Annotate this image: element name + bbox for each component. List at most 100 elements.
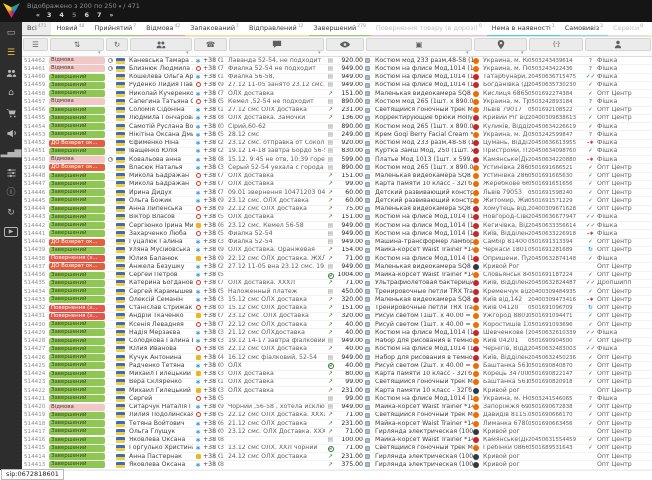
phone-number[interactable]: +38 0 [203, 379, 220, 387]
phone-number[interactable]: +38 0 [203, 189, 220, 197]
product-image-icon[interactable] [365, 297, 370, 302]
messenger-icon[interactable]: ∗ [193, 197, 203, 205]
phone-number[interactable]: +38 0 [203, 214, 220, 222]
messenger-icon[interactable]: ∗ [193, 288, 203, 296]
order-row[interactable]: 514423 Завершений Вера Скляренко ∗ +38 0… [22, 379, 652, 387]
tab-Новий[interactable]: Новий48 [51, 22, 89, 37]
order-row[interactable]: 514415 Завершений Горгулько Христина.. ∗… [22, 445, 652, 453]
order-row[interactable]: 514458 Завершений Николай Кучеренко ∗ +3… [22, 90, 652, 98]
order-row[interactable]: 514439 Завершений Уляна Мусійовська ∗ +3… [22, 247, 652, 255]
messenger-icon[interactable]: ∗ [193, 123, 203, 131]
phone-number[interactable]: +38 0 [203, 412, 220, 420]
phone-number[interactable]: +38 0 [203, 288, 220, 296]
messenger-icon[interactable]: ∗ [193, 362, 203, 370]
phone-number[interactable]: +38 0 [203, 173, 220, 181]
tab-Запакований[interactable]: Запакований1 [185, 22, 244, 37]
tracking-number[interactable]: 0501691093696 [528, 321, 584, 329]
tracking-number[interactable]: 20450636715475 [528, 74, 584, 82]
tracking-number[interactable]: 20450633226918 [528, 230, 584, 238]
product-image-icon[interactable] [365, 363, 370, 368]
messenger-icon[interactable] [193, 453, 203, 461]
messenger-icon[interactable] [193, 255, 203, 263]
order-row[interactable]: 514424 Завершений Михаил Гилецький +38 0… [22, 371, 652, 379]
messenger-icon[interactable] [193, 371, 203, 379]
tab-Сервіси[interactable]: Сервіси0 [608, 22, 648, 37]
messenger-icon[interactable] [193, 222, 203, 230]
messenger-icon[interactable]: ∗ [193, 445, 203, 453]
messenger-icon[interactable] [193, 313, 203, 321]
order-row[interactable]: 514421 Завершений Сергей +38 0 5 ▤ 99.00… [22, 395, 652, 403]
messenger-icon[interactable] [193, 412, 203, 420]
tab-Завершений[interactable]: Завершений278 [309, 22, 371, 37]
order-row[interactable]: 514450 Відмова Ковальова анна ∗ +38 0 8 … [22, 156, 652, 164]
product-icon[interactable]: ▣ [366, 38, 472, 51]
product-image-icon[interactable] [365, 248, 370, 253]
phone-number[interactable]: +38 0 [203, 313, 220, 321]
phone-number[interactable]: +38 0 [203, 65, 220, 73]
order-row[interactable]: 514448 Завершений Микола Бадражан +38 0 … [22, 173, 652, 181]
order-row[interactable]: 514425 Завершений Радченко Тетяна ∗ +38 … [22, 362, 652, 370]
phone-number[interactable]: +38 0 [203, 437, 220, 445]
phone-number[interactable]: +38 0 [203, 230, 220, 238]
phone-number[interactable]: +38 0 [203, 206, 220, 214]
product-image-icon[interactable] [365, 273, 370, 278]
messenger-icon[interactable]: ∗ [193, 329, 203, 337]
phone-number[interactable]: +38 0 [203, 148, 220, 156]
product-image-icon[interactable] [365, 380, 370, 385]
page-3[interactable]: 3 [47, 11, 52, 19]
first-page-icon[interactable]: « [36, 12, 39, 19]
phone-number[interactable]: +38 0 [203, 222, 220, 230]
tracking-number[interactable]: 20450634226619 [528, 123, 584, 131]
phone-icon[interactable]: ☎ [194, 38, 227, 51]
messenger-icon[interactable]: ∗ [193, 461, 203, 469]
order-row[interactable]: 514457 Відмова Сапегина Татьяна С.. +38 … [22, 98, 652, 106]
tracking-number[interactable]: 0501691665630 [528, 173, 584, 181]
messenger-icon[interactable] [193, 305, 203, 313]
phone-number[interactable]: +38 0 [203, 346, 220, 354]
product-image-icon[interactable] [365, 132, 370, 137]
filter-caret-icon[interactable]: ▾ [466, 50, 469, 56]
tab-Прийнятий[interactable]: Прийнятий7 [89, 22, 141, 37]
order-row[interactable]: 514438 Повернення (з... Юлия Баланюк +38… [22, 255, 652, 263]
order-row[interactable]: 514461 Відмова Близнюк Людмила .. +38 0 … [22, 65, 652, 73]
product-image-icon[interactable] [365, 198, 370, 203]
manager-icon[interactable] [585, 38, 651, 51]
tracking-number[interactable] [528, 387, 584, 395]
clients-icon[interactable] [130, 38, 192, 51]
messenger-icon[interactable]: ∗ [193, 239, 203, 247]
tracking-number[interactable]: 0503242599847 [528, 131, 584, 139]
order-row[interactable]: 514416 Завершений Яковлева Оксана ∗ +38 … [22, 437, 652, 445]
tab-В дорозі додому[interactable]: В дорозі додому0 [648, 22, 652, 37]
tracking-number[interactable]: 0501692108522 [528, 107, 584, 115]
home-icon[interactable]: ⌂ [8, 87, 14, 99]
tracking-number[interactable]: 20400309473416 [528, 296, 584, 304]
tracking-number[interactable]: 20450631554459 [528, 437, 584, 445]
last-page-icon[interactable]: » [110, 12, 113, 19]
phone-number[interactable]: +38 0 [203, 255, 220, 263]
tracking-number[interactable]: 0501692274384 [528, 90, 584, 98]
order-row[interactable]: 514435 Завершений Катерина Богданова +38… [22, 280, 652, 288]
order-row[interactable]: 514431 Повернення (з... Андрій Ткаченко … [22, 313, 652, 321]
product-image-icon[interactable] [365, 75, 370, 80]
product-image-icon[interactable] [365, 83, 370, 88]
messenger-icon[interactable] [193, 280, 203, 288]
order-row[interactable]: 514426 Завершений Кучук Антонина +38 0 4… [22, 354, 652, 362]
sync-icon[interactable]: ↻ [7, 207, 15, 219]
tracking-number[interactable]: 20450632610339 [528, 329, 584, 337]
ttn-icon[interactable]: {··} [529, 38, 583, 51]
product-image-icon[interactable] [365, 413, 370, 418]
phone-number[interactable]: +38 0 [203, 338, 220, 346]
product-image-icon[interactable] [365, 405, 370, 410]
phone-number[interactable]: +38 0 [203, 321, 220, 329]
product-image-icon[interactable] [365, 141, 370, 146]
phone-number[interactable]: +38 0 [203, 131, 220, 139]
product-image-icon[interactable] [365, 396, 370, 401]
order-row[interactable]: 514444 Завершений Анна Липенська +38 0 9… [22, 206, 652, 214]
comment-icon[interactable] [229, 38, 324, 51]
order-row[interactable]: 514417 Завершений Ольга Глущук ∗ +38 0 0… [22, 428, 652, 436]
tracking-number[interactable] [528, 453, 584, 461]
order-row[interactable]: 514422 Завершений Михаил Гилецький +38 0… [22, 387, 652, 395]
phone-number[interactable]: +38 0 [203, 329, 220, 337]
product-image-icon[interactable] [365, 223, 370, 228]
video-icon[interactable]: ▶ [4, 227, 18, 237]
